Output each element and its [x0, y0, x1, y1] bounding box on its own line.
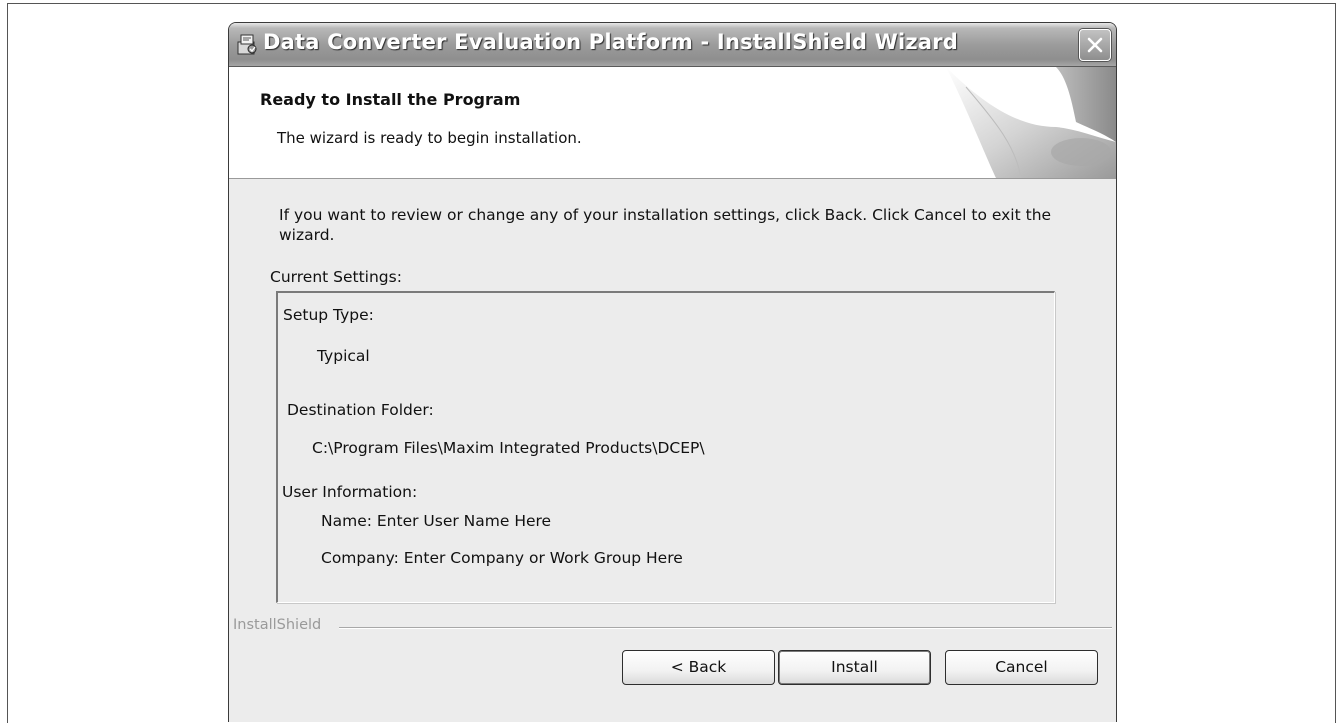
install-button[interactable]: Install — [778, 650, 931, 685]
company-line: Company: Enter Company or Work Group Her… — [321, 549, 683, 567]
destination-folder-label: Destination Folder: — [287, 401, 434, 419]
title-bar[interactable]: Data Converter Evaluation Platform - Ins… — [229, 23, 1116, 67]
close-icon — [1087, 37, 1103, 53]
destination-folder-value: C:\Program Files\Maxim Integrated Produc… — [312, 439, 705, 457]
window-title: Data Converter Evaluation Platform - Ins… — [263, 30, 959, 54]
installer-window: Data Converter Evaluation Platform - Ins… — [228, 22, 1117, 722]
cancel-button[interactable]: Cancel — [945, 650, 1098, 685]
installshield-divider: InstallShield — [229, 617, 1116, 637]
setup-type-value: Typical — [317, 347, 370, 365]
settings-summary-box[interactable]: Setup Type: Typical Destination Folder: … — [276, 291, 1055, 603]
user-information-label: User Information: — [282, 483, 418, 501]
instructions-text: If you want to review or change any of y… — [279, 206, 1052, 244]
close-button[interactable] — [1079, 29, 1111, 61]
installer-icon — [235, 32, 259, 56]
page-subtitle: The wizard is ready to begin installatio… — [277, 129, 582, 147]
divider-line — [339, 627, 1112, 629]
wizard-header: Ready to Install the Program The wizard … — [229, 67, 1116, 179]
page-title: Ready to Install the Program — [260, 90, 521, 109]
header-banner-graphic — [946, 67, 1116, 178]
user-name-line: Name: Enter User Name Here — [321, 512, 552, 530]
installshield-brand-label: InstallShield — [233, 617, 328, 633]
setup-type-label: Setup Type: — [283, 306, 374, 324]
current-settings-label: Current Settings: — [270, 268, 402, 286]
back-button[interactable]: < Back — [622, 650, 775, 685]
